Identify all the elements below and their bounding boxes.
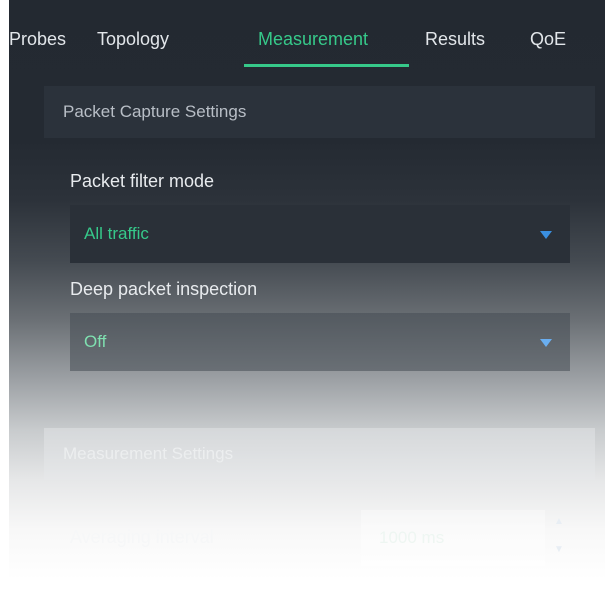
measurement-settings-header: Measurement Settings [44,428,595,480]
packet-filter-mode-value: All traffic [84,224,149,243]
averaging-interval-label: Averaging interval [70,527,214,547]
dropdown-arrow-icon [540,339,552,347]
tab-topology[interactable]: Topology [97,28,169,68]
settings-panel: Probes Topology Measurement Results QoE … [9,0,605,601]
tab-probes[interactable]: Probes [9,28,66,68]
dropdown-arrow-icon [540,231,552,239]
tab-results[interactable]: Results [425,28,485,68]
deep-packet-inspection-value: Off [84,332,107,351]
averaging-interval-input[interactable] [361,510,545,566]
tab-bar: Probes Topology Measurement Results QoE [9,0,605,68]
packet-capture-header: Packet Capture Settings [44,86,595,138]
spin-up-icon[interactable]: ▲ [549,512,569,532]
active-tab-indicator [244,64,409,67]
packet-filter-mode-select[interactable]: All traffic [70,205,570,263]
tab-measurement[interactable]: Measurement [258,28,368,68]
tab-qoe[interactable]: QoE [530,28,566,68]
spin-down-icon[interactable]: ▼ [549,540,569,560]
deep-packet-inspection-select[interactable]: Off [70,313,570,371]
packet-filter-mode-label: Packet filter mode [70,171,215,191]
deep-packet-inspection-label: Deep packet inspection [70,279,258,299]
